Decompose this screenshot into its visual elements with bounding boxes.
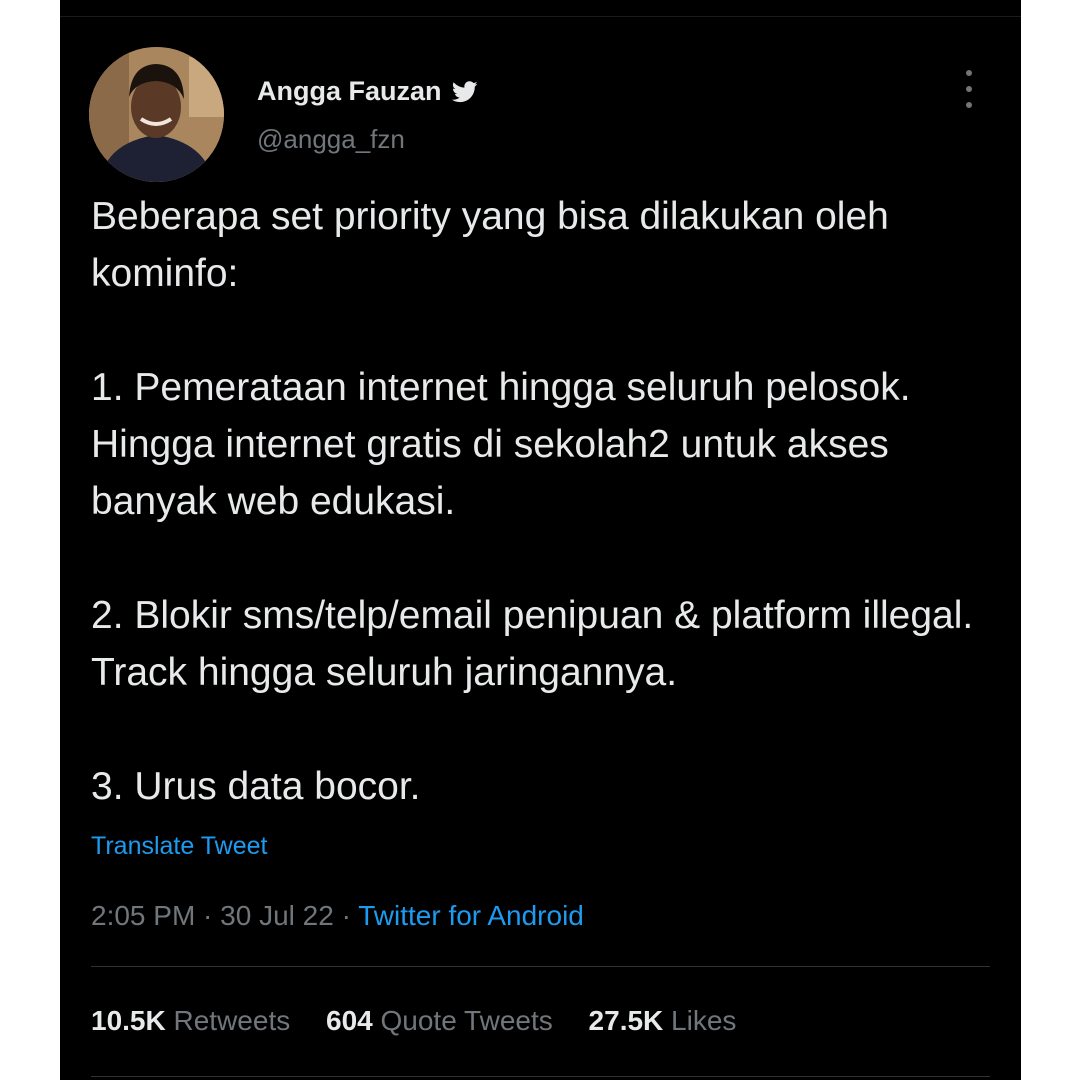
author-name[interactable]: Angga Fauzan xyxy=(257,76,442,107)
author-name-row[interactable]: Angga Fauzan xyxy=(257,76,478,107)
stats-divider-top xyxy=(91,966,990,967)
translate-tweet-link[interactable]: Translate Tweet xyxy=(91,832,267,861)
tweet-panel: Angga Fauzan @angga_fzn Beberapa set pri… xyxy=(60,0,1021,1080)
avatar-photo xyxy=(89,47,224,182)
stats-divider-bottom xyxy=(91,1076,990,1077)
retweets-stat[interactable]: 10.5K Retweets xyxy=(91,1005,290,1036)
likes-count: 27.5K xyxy=(588,1005,664,1036)
tweet-meta: 2:05 PM · 30 Jul 22 · Twitter for Androi… xyxy=(91,900,584,932)
quote-tweets-stat[interactable]: 604 Quote Tweets xyxy=(326,1005,553,1036)
meta-separator: · xyxy=(333,900,359,931)
retweets-count: 10.5K xyxy=(91,1005,166,1036)
likes-stat[interactable]: 27.5K Likes xyxy=(589,1005,737,1036)
quote-tweets-label: Quote Tweets xyxy=(380,1005,553,1036)
retweets-label: Retweets xyxy=(173,1005,291,1036)
twitter-bird-icon xyxy=(451,80,478,103)
tweet-source[interactable]: Twitter for Android xyxy=(358,900,584,931)
quote-tweets-count: 604 xyxy=(326,1005,373,1036)
top-divider xyxy=(60,16,1021,17)
author-handle[interactable]: @angga_fzn xyxy=(257,124,405,155)
tweet-text: Beberapa set priority yang bisa dilakuka… xyxy=(91,195,974,808)
tweet-time[interactable]: 2:05 PM xyxy=(91,900,195,931)
more-options-icon[interactable] xyxy=(957,70,981,108)
meta-separator: · xyxy=(195,900,221,931)
tweet-stats: 10.5K Retweets 604 Quote Tweets 27.5K Li… xyxy=(91,1005,764,1037)
likes-label: Likes xyxy=(671,1005,737,1036)
tweet-date[interactable]: 30 Jul 22 xyxy=(220,900,334,931)
avatar[interactable] xyxy=(89,47,224,182)
